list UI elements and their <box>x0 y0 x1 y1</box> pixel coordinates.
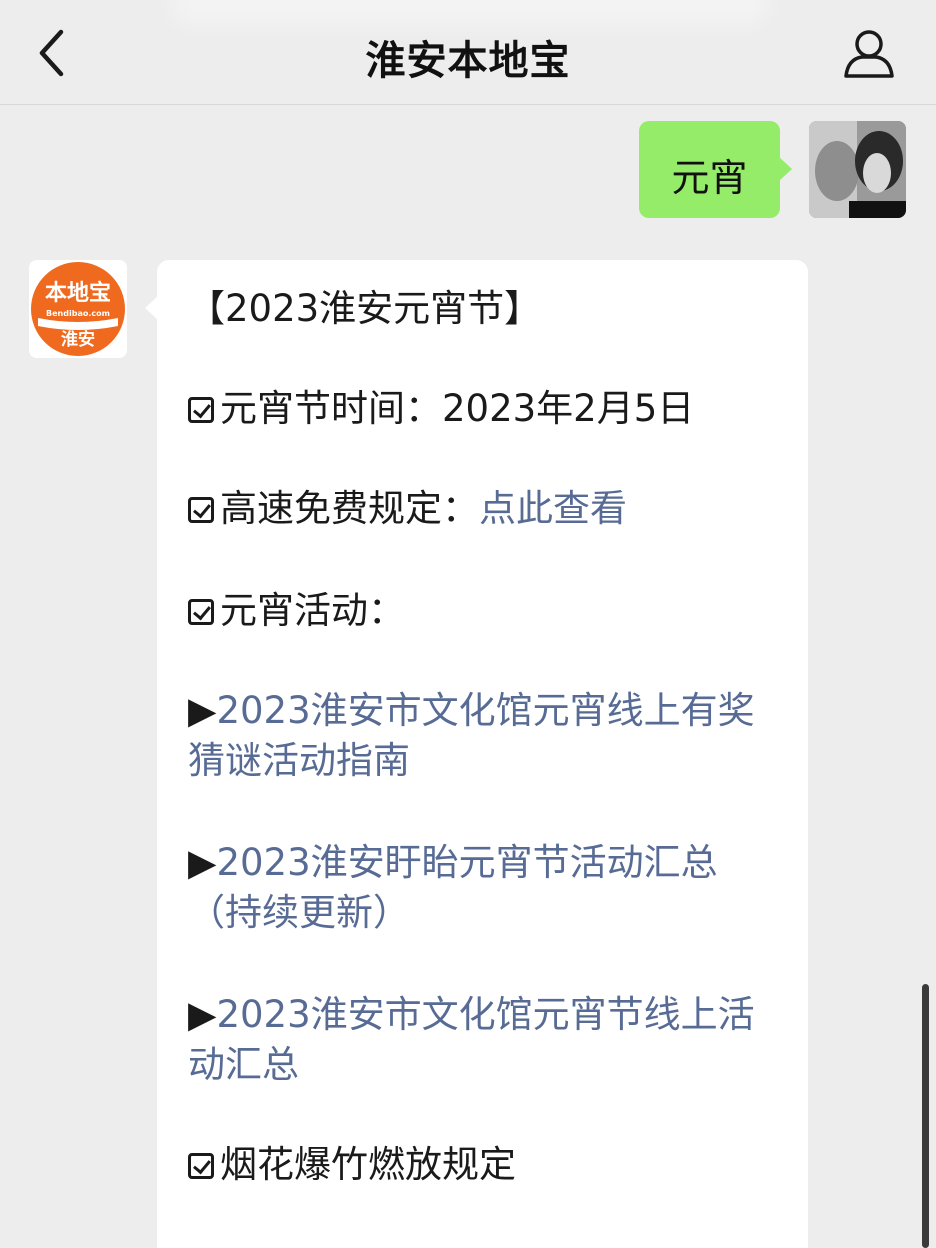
highway-row: 高速免费规定：点此查看 <box>188 484 627 534</box>
activity-item-2: ▶2023淮安盱眙元宵节活动汇总（持续更新） <box>188 838 788 938</box>
activities-row: 元宵活动： <box>188 586 405 636</box>
my-avatar[interactable] <box>809 121 906 218</box>
checkbox-icon <box>188 397 214 423</box>
logo-city-text: 淮安 <box>61 329 95 350</box>
avatar-photo-icon <box>809 121 906 218</box>
status-bar-blur <box>170 0 770 26</box>
fireworks-row: 烟花爆竹燃放规定 <box>188 1140 516 1190</box>
activity-item-3: ▶2023淮安市文化馆元宵节线上活动汇总 <box>188 990 788 1090</box>
play-arrow-icon: ▶ <box>188 993 217 1036</box>
received-message-bubble[interactable]: 【2023淮安元宵节】 元宵节时间：2023年2月5日 高速免费规定：点此查看 … <box>145 260 808 1248</box>
logo-domain-text: Bendibao.com <box>46 309 110 318</box>
checkbox-icon <box>188 1153 214 1179</box>
message-heading: 【2023淮安元宵节】 <box>188 287 542 330</box>
activity-link-2[interactable]: 2023淮安盱眙元宵节活动汇总（持续更新） <box>188 841 718 934</box>
top-nav-bar: 淮安本地宝 <box>0 0 936 105</box>
chat-screen: 淮安本地宝 元宵 本地宝 Bendibao.com 淮安 【2023淮安元宵节】… <box>0 0 936 1248</box>
activity-link-3[interactable]: 2023淮安市文化馆元宵节线上活动汇总 <box>188 993 755 1086</box>
sent-message-text: 元宵 <box>671 156 748 200</box>
play-arrow-icon: ▶ <box>188 841 217 884</box>
logo-brand-text: 本地宝 <box>45 280 111 306</box>
date-value: 2023年2月5日 <box>442 387 695 430</box>
scrollbar[interactable] <box>922 984 929 1248</box>
date-row: 元宵节时间：2023年2月5日 <box>188 384 694 434</box>
highway-label: 高速免费规定： <box>220 487 479 530</box>
bendibao-logo: 本地宝 Bendibao.com 淮安 <box>29 260 127 358</box>
profile-button[interactable] <box>840 26 898 84</box>
chat-title: 淮安本地宝 <box>365 38 571 84</box>
bendibao-avatar[interactable]: 本地宝 Bendibao.com 淮安 <box>29 260 127 358</box>
checkbox-icon <box>188 599 214 625</box>
play-arrow-icon: ▶ <box>188 689 217 732</box>
highway-rules-link[interactable]: 点此查看 <box>479 487 627 530</box>
sent-message-bubble[interactable]: 元宵 <box>639 121 792 218</box>
user-icon <box>844 30 894 78</box>
activities-label: 元宵活动： <box>220 589 405 632</box>
date-label: 元宵节时间： <box>220 387 442 430</box>
fireworks-label: 烟花爆竹燃放规定 <box>220 1143 516 1186</box>
activity-link-1[interactable]: 2023淮安市文化馆元宵线上有奖猜谜活动指南 <box>188 689 755 782</box>
checkbox-icon <box>188 497 214 523</box>
activity-item-1: ▶2023淮安市文化馆元宵线上有奖猜谜活动指南 <box>188 686 788 786</box>
